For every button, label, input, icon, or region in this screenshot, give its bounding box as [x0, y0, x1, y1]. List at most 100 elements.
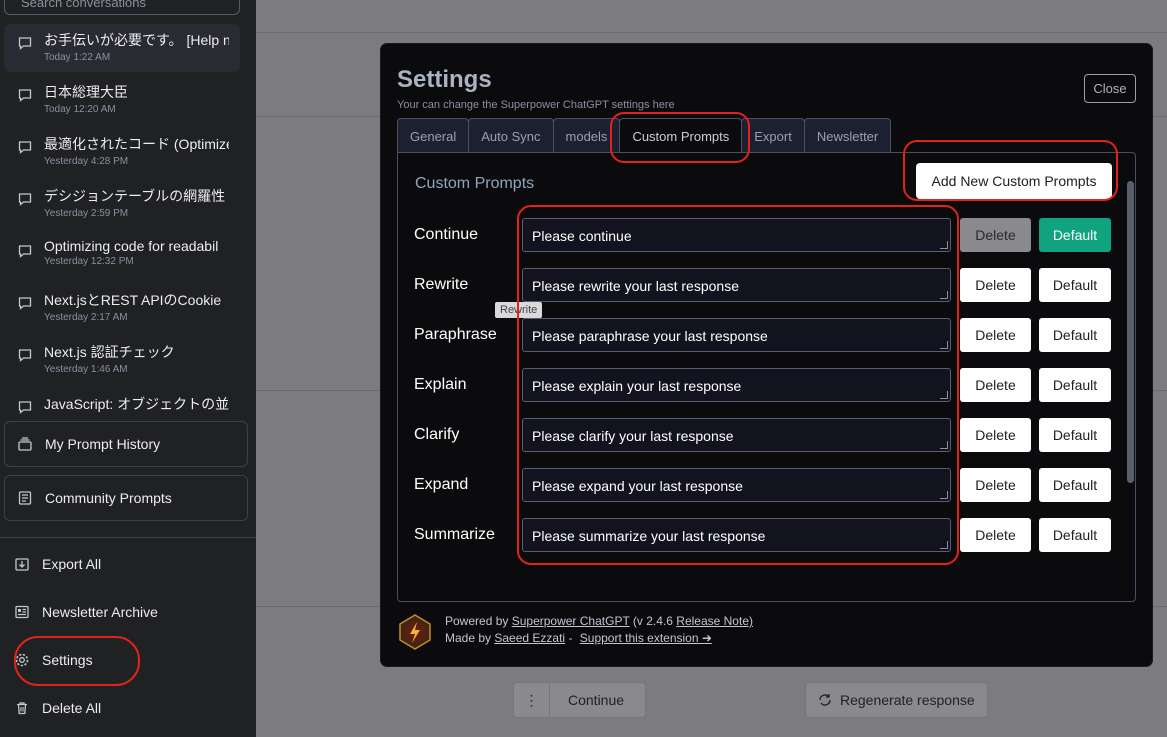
conversation-item[interactable]: 最適化されたコード (Optimize Yesterday 4:28 PM — [4, 128, 240, 176]
settings-button[interactable]: Settings — [14, 648, 93, 672]
support-link[interactable]: Support this extension ➜ — [580, 631, 712, 645]
conversation-title: Optimizing code for readabil — [44, 238, 219, 254]
export-all-button[interactable]: Export All — [14, 552, 101, 576]
conversation-item[interactable]: Optimizing code for readabil Yesterday 12… — [4, 232, 240, 280]
delete-button[interactable]: Delete — [960, 318, 1031, 352]
conversation-date: Today 12:20 AM — [44, 104, 116, 115]
bg-continue-button[interactable]: ⋮ Continue — [513, 682, 646, 718]
default-button[interactable]: Default — [1039, 518, 1111, 552]
resize-grip-icon[interactable] — [940, 341, 948, 349]
conversation-item[interactable]: お手伝いが必要です。 [Help n Today 1:22 AM — [4, 24, 240, 72]
tab-custom-prompts[interactable]: Custom Prompts — [619, 118, 743, 153]
delete-all-label: Delete All — [42, 700, 102, 716]
chat-bubble-icon — [18, 141, 32, 154]
conversation-title: 日本総理大臣 — [44, 84, 128, 100]
prompt-title[interactable]: Expand — [414, 476, 468, 494]
my-prompt-history-button[interactable]: My Prompt History — [4, 421, 248, 467]
tab-export[interactable]: Export — [741, 118, 805, 153]
prompt-title[interactable]: Rewrite — [414, 276, 468, 294]
search-conversations-input[interactable]: Search conversations — [4, 0, 240, 15]
conversation-date: Yesterday 12:32 PM — [44, 256, 134, 267]
prompt-text-field[interactable]: Please summarize your last response — [522, 518, 951, 552]
prompt-row: Summarize Please summarize your last res… — [398, 518, 1118, 552]
conversation-item[interactable]: JavaScript: オブジェクトの並 — [4, 388, 240, 414]
tab-models[interactable]: models — [552, 118, 621, 153]
resize-grip-icon[interactable] — [940, 441, 948, 449]
conversation-date: Yesterday 1:46 AM — [44, 364, 128, 375]
prompt-text-field[interactable]: Please explain your last response — [522, 368, 951, 402]
prompt-row: Expand Please expand your last response … — [398, 468, 1118, 502]
resize-grip-icon[interactable] — [940, 541, 948, 549]
conversation-item[interactable]: Next.jsとREST APIのCookie Yesterday 2:17 AM — [4, 284, 240, 332]
newsletter-archive-button[interactable]: Newsletter Archive — [14, 600, 158, 624]
prompt-text: Please expand your last response — [532, 478, 743, 494]
regenerate-button[interactable]: Regenerate response — [805, 682, 988, 718]
default-button[interactable]: Default — [1039, 418, 1111, 452]
close-button[interactable]: Close — [1084, 74, 1136, 103]
prompt-text: Please paraphrase your last response — [532, 328, 768, 344]
regenerate-label: Regenerate response — [840, 692, 975, 708]
download-icon — [15, 558, 29, 571]
panel-scrollbar[interactable] — [1127, 181, 1134, 483]
default-button[interactable]: Default — [1039, 268, 1111, 302]
resize-grip-icon[interactable] — [940, 491, 948, 499]
prompt-text-field[interactable]: Please continue — [522, 218, 951, 252]
conversation-item[interactable]: Next.js 認証チェック Yesterday 1:46 AM — [4, 336, 240, 384]
bg-divider — [256, 32, 1167, 33]
delete-button[interactable]: Delete — [960, 418, 1031, 452]
default-button[interactable]: Default — [1039, 468, 1111, 502]
book-icon — [18, 491, 32, 505]
author-link[interactable]: Saeed Ezzati — [494, 631, 565, 645]
rewrite-tooltip: Rewrite — [495, 302, 543, 318]
conversation-title: デシジョンテーブルの網羅性 — [44, 188, 226, 204]
delete-button[interactable]: Delete — [960, 468, 1031, 502]
conversation-title: 最適化されたコード (Optimize — [44, 136, 229, 152]
prompt-text: Please explain your last response — [532, 378, 742, 394]
custom-prompts-heading: Custom Prompts — [415, 175, 535, 192]
delete-button[interactable]: Delete — [960, 368, 1031, 402]
community-prompts-button[interactable]: Community Prompts — [4, 475, 248, 521]
settings-tabs: General Auto Sync models Custom Prompts … — [397, 118, 892, 153]
gear-icon — [15, 653, 29, 667]
modal-title: Settings — [397, 66, 492, 93]
bg-continue-label: Continue — [568, 692, 625, 708]
sidebar-divider — [0, 537, 256, 538]
conversation-item[interactable]: 日本総理大臣 Today 12:20 AM — [4, 76, 240, 124]
export-all-label: Export All — [42, 556, 102, 572]
prompt-text-field[interactable]: Please paraphrase your last response — [522, 318, 951, 352]
release-note-link[interactable]: Release Note) — [676, 614, 753, 628]
my-prompt-history-label: My Prompt History — [45, 436, 161, 452]
chat-bubble-icon — [18, 245, 32, 258]
resize-grip-icon[interactable] — [940, 291, 948, 299]
refresh-icon — [819, 694, 831, 706]
default-button[interactable]: Default — [1039, 318, 1111, 352]
tab-auto-sync[interactable]: Auto Sync — [468, 118, 554, 153]
made-by-line: Made by Saeed Ezzati - Support this exte… — [445, 631, 712, 645]
resize-grip-icon[interactable] — [940, 241, 948, 249]
product-link[interactable]: Superpower ChatGPT — [512, 614, 630, 628]
delete-button[interactable]: Delete — [960, 218, 1031, 252]
modal-subtitle: Your can change the Superpower ChatGPT s… — [397, 99, 675, 111]
prompt-text-field[interactable]: Please expand your last response — [522, 468, 951, 502]
conversation-date: Today 1:22 AM — [44, 52, 111, 63]
default-button[interactable]: Default — [1039, 218, 1111, 252]
conversation-date: Yesterday 4:28 PM — [44, 156, 129, 167]
resize-grip-icon[interactable] — [940, 391, 948, 399]
chat-bubble-icon — [18, 401, 32, 414]
prompt-text-field[interactable]: Please clarify your last response — [522, 418, 951, 452]
prompt-text-field[interactable]: Please rewrite your last response — [522, 268, 951, 302]
add-custom-prompt-button[interactable]: Add New Custom Prompts — [916, 163, 1112, 199]
prompt-title[interactable]: Summarize — [414, 526, 495, 544]
more-icon[interactable]: ⋮ — [514, 683, 550, 717]
delete-button[interactable]: Delete — [960, 268, 1031, 302]
conversation-item[interactable]: デシジョンテーブルの網羅性 Yesterday 2:59 PM — [4, 180, 240, 228]
delete-all-button[interactable]: Delete All — [14, 696, 101, 720]
tab-newsletter[interactable]: Newsletter — [803, 118, 892, 153]
prompt-title[interactable]: Explain — [414, 376, 466, 394]
tab-general[interactable]: General — [397, 118, 470, 153]
prompt-title[interactable]: Paraphrase — [414, 326, 497, 344]
prompt-title[interactable]: Continue — [414, 226, 478, 244]
prompt-title[interactable]: Clarify — [414, 426, 459, 444]
delete-button[interactable]: Delete — [960, 518, 1031, 552]
default-button[interactable]: Default — [1039, 368, 1111, 402]
